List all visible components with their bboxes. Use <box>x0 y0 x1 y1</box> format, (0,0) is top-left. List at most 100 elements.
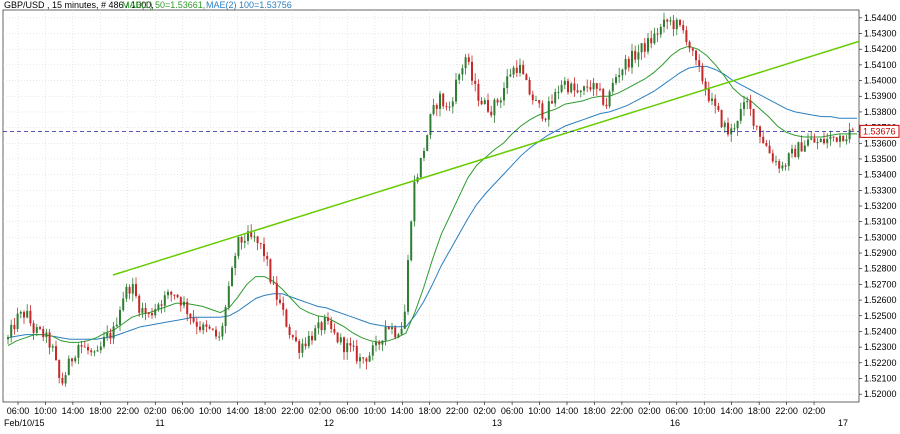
candle-body <box>74 357 77 362</box>
candle-body <box>115 324 118 327</box>
candle-body <box>256 236 259 244</box>
candle-body <box>58 360 61 378</box>
candle-body <box>826 138 829 144</box>
candle-body <box>96 350 99 352</box>
x-date-label: 16 <box>670 418 680 428</box>
candle-body <box>442 93 445 107</box>
x-tick-label: 14:00 <box>556 406 579 416</box>
candle-body <box>695 50 697 61</box>
x-tick-label: 22:00 <box>446 406 469 416</box>
x-date-label: Feb/10/15 <box>4 418 45 428</box>
x-tick-label: 02:00 <box>309 406 332 416</box>
candle-body <box>141 307 144 313</box>
candle-body <box>320 322 323 331</box>
candle-body <box>439 93 441 109</box>
y-tick-label: 1.52600 <box>864 295 897 305</box>
candle-body <box>531 94 534 101</box>
candle-body <box>739 108 742 121</box>
candle-body <box>400 328 403 335</box>
x-tick-label: 18:00 <box>89 406 112 416</box>
candle-body <box>723 122 726 128</box>
candle-body <box>503 88 505 101</box>
candle-body <box>167 291 169 296</box>
candle-body <box>595 83 598 89</box>
candle-body <box>19 311 22 314</box>
candle-body <box>618 75 621 78</box>
y-tick-label: 1.52700 <box>864 279 897 289</box>
x-tick-label: 18:00 <box>748 406 771 416</box>
candle-body <box>106 333 109 337</box>
x-tick-label: 22:00 <box>117 406 140 416</box>
candle-body <box>701 65 704 82</box>
candle-body <box>634 50 637 60</box>
x-tick-label: 06:00 <box>666 406 689 416</box>
candle-body <box>99 346 102 351</box>
candle-body <box>355 346 358 362</box>
candle-body <box>119 309 121 325</box>
chart-background <box>0 0 900 429</box>
candle-body <box>640 43 643 53</box>
y-tick-label: 1.54000 <box>864 76 897 86</box>
candle-body <box>711 98 713 101</box>
x-tick-label: 18:00 <box>254 406 277 416</box>
candle-body <box>346 343 349 353</box>
candle-body <box>538 99 541 104</box>
candle-body <box>541 103 544 119</box>
candle-body <box>643 43 646 52</box>
y-tick-label: 1.54100 <box>864 60 897 70</box>
candle-body <box>797 142 800 158</box>
candle-body <box>451 101 454 107</box>
candle-body <box>746 100 749 103</box>
candle-body <box>327 317 329 321</box>
candle-body <box>211 328 214 330</box>
candle-body <box>112 326 115 339</box>
y-tick-label: 1.52800 <box>864 264 897 274</box>
header-ma100-label: MAE(2) 100=1.53756 <box>206 0 292 10</box>
candle-body <box>202 324 205 331</box>
candle-body <box>103 336 105 347</box>
candle-body <box>621 69 624 76</box>
candle-body <box>295 337 297 342</box>
x-tick-label: 22:00 <box>281 406 304 416</box>
y-tick-label: 1.54300 <box>864 29 897 39</box>
candle-body <box>221 326 224 337</box>
candle-body <box>839 135 841 142</box>
x-tick-label: 10:00 <box>34 406 57 416</box>
candle-body <box>23 311 25 318</box>
chart-container: 1.54400 1.54300 1.54200 1.54100 1.54000 1.539… <box>0 0 900 429</box>
candle-body <box>227 286 230 308</box>
candle-body <box>359 357 361 362</box>
candle-body <box>176 294 179 298</box>
y-tick-label: 1.52400 <box>864 326 897 336</box>
candle-body <box>336 332 339 343</box>
candle-body <box>615 77 617 83</box>
candle-body <box>823 138 825 144</box>
candle-body <box>810 138 813 140</box>
candle-body <box>570 83 573 93</box>
candle-body <box>515 67 518 73</box>
candle-body <box>490 111 493 116</box>
candle-body <box>679 19 681 26</box>
candle-body <box>672 20 675 30</box>
candle-body <box>560 84 563 92</box>
candle-body <box>173 294 176 296</box>
x-tick-label: 02:00 <box>803 406 826 416</box>
candle-body <box>208 326 211 329</box>
candle-body <box>832 136 835 138</box>
candle-body <box>231 267 233 287</box>
candle-body <box>307 335 310 347</box>
candle-body <box>586 86 589 88</box>
candle-body <box>717 105 720 111</box>
candle-body <box>269 259 272 283</box>
x-tick-label: 22:00 <box>775 406 798 416</box>
candle-body <box>528 80 531 95</box>
candle-body <box>13 324 16 330</box>
candle-body <box>599 88 601 90</box>
candle-body <box>77 345 80 358</box>
candle-body <box>279 299 281 303</box>
candle-body <box>10 324 13 338</box>
chart-header: GBP/USD , 15 minutes, # 486 / 1000, MAE(… <box>4 0 292 10</box>
candle-body <box>275 282 278 300</box>
candle-body <box>781 165 784 169</box>
y-tick-label: 1.53200 <box>864 201 897 211</box>
